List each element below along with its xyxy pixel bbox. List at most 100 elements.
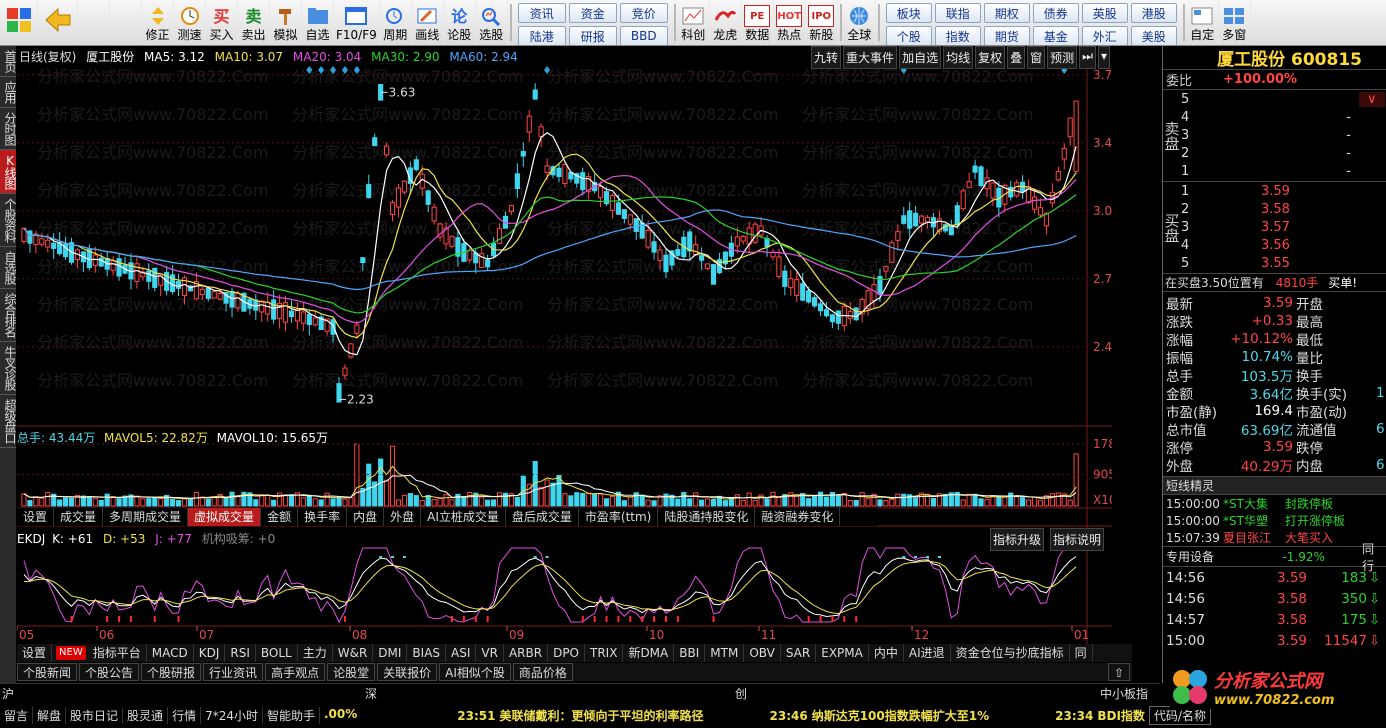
buy-row[interactable]: 3 3.57 [1181, 218, 1386, 236]
indicator-tab-15[interactable]: TRIX [585, 644, 624, 662]
quick-4-button[interactable]: 研报 [568, 26, 617, 45]
market-1-button[interactable]: 联指 [934, 3, 981, 23]
zxb-index-label[interactable]: 中小板指 [1100, 685, 1148, 702]
side-tab-2[interactable]: 分时图 [0, 108, 17, 150]
sell-row[interactable]: 4- [1181, 108, 1386, 126]
toolbar-ipo-button[interactable]: IPO 新股 [806, 0, 838, 45]
indicator-tab-6[interactable]: BOLL [256, 644, 298, 662]
indicator-tab-25[interactable]: 同 [1070, 644, 1093, 662]
quick-2-button[interactable]: 竞价 [619, 3, 668, 23]
news-tab-8[interactable]: 商品价格 [512, 663, 573, 681]
indicator-upgrade-button[interactable]: 指标升级 [989, 528, 1044, 551]
kline-chart-svg[interactable]: 分析家公式网www.70822.Com 分析家公式网www.70822.Com 分析… [17, 46, 1112, 644]
volume-tab-0[interactable]: 设置 [17, 508, 55, 526]
indicator-tab-0[interactable]: 设置 [17, 644, 53, 662]
bottom-item-5[interactable]: 7*24小时 [201, 707, 263, 724]
chart-tab-4[interactable]: 复权 [975, 46, 1006, 69]
market-4-button[interactable]: 英股 [1081, 3, 1128, 23]
volume-tab-10[interactable]: 市盈率(ttm) [579, 508, 659, 526]
toolbar-buy-button[interactable]: 买买入 [206, 0, 238, 45]
indicator-tab-8[interactable]: W&R [333, 644, 374, 662]
quick-0-button[interactable]: 资讯 [517, 3, 566, 23]
indicator-tab-7[interactable]: 主力 [298, 644, 333, 662]
indicator-tab-20[interactable]: SAR [781, 644, 817, 662]
news-text-2[interactable]: 纳斯达克100指数跌幅扩大至1% [812, 707, 989, 724]
indicator-tab-11[interactable]: ASI [446, 644, 477, 662]
volume-tab-6[interactable]: 内盘 [347, 508, 385, 526]
volume-tab-7[interactable]: 外盘 [384, 508, 422, 526]
market-7-button[interactable]: 指数 [934, 26, 981, 45]
market-3-button[interactable]: 债券 [1032, 3, 1079, 23]
volume-tab-3[interactable]: 虚拟成交量 [188, 508, 262, 526]
chart-tab-6[interactable]: 窗 [1027, 46, 1046, 69]
side-tab-5[interactable]: 自选股 [0, 247, 17, 289]
quick-3-button[interactable]: 陆港 [517, 26, 566, 45]
indicator-help-button[interactable]: 指标说明 [1049, 528, 1104, 551]
volume-tab-1[interactable]: 成交量 [54, 508, 104, 526]
chart-tab-2[interactable]: 加自选 [899, 46, 942, 69]
quick-5-button[interactable]: BBD [619, 26, 668, 45]
toolbar-forum-button[interactable]: 论论股 [444, 0, 476, 45]
indicator-tab-5[interactable]: RSI [225, 644, 256, 662]
indicator-tab-21[interactable]: EXPMA [816, 644, 869, 662]
market-10-button[interactable]: 外汇 [1081, 26, 1128, 45]
toolbar-updown-button[interactable]: 修正 [142, 0, 174, 45]
sector-tail[interactable]: 同行 [1362, 540, 1386, 574]
chevron-down-icon[interactable]: ▾ [1097, 46, 1110, 69]
toolbar-hammer-button[interactable]: 模拟 [270, 0, 302, 45]
chart-tab-3[interactable]: 均线 [943, 46, 974, 69]
toolbar-hot-button[interactable]: HOT 热点 [774, 0, 806, 45]
news-tab-5[interactable]: 论股堂 [327, 663, 376, 681]
bottom-item-7[interactable]: .00% [320, 707, 361, 724]
indicator-tab-12[interactable]: VR [476, 644, 504, 662]
indicator-tab-24[interactable]: 资金仓位与抄底指标 [951, 644, 1070, 662]
toolbar-custom-button[interactable]: 自定 [1187, 0, 1219, 45]
indicator-tab-19[interactable]: OBV [744, 644, 781, 662]
indicator-tab-17[interactable]: BBI [674, 644, 706, 662]
buy-row[interactable]: 5 3.55 [1181, 254, 1386, 272]
volume-tab-11[interactable]: 陆股通持股变化 [658, 508, 756, 526]
side-tab-4[interactable]: 个股资料 [0, 194, 17, 247]
volume-tab-4[interactable]: 金额 [261, 508, 299, 526]
sell-row[interactable]: 2- [1181, 144, 1386, 162]
bottom-item-6[interactable]: 智能助手 [263, 707, 320, 724]
chevron-down-icon[interactable]: ∨ [1359, 91, 1385, 107]
indicator-tab-13[interactable]: ARBR [504, 644, 549, 662]
buy-row[interactable]: 2 3.58 [1181, 200, 1386, 218]
toolbar-back-button[interactable] [38, 0, 78, 45]
indicator-tab-22[interactable]: 内中 [869, 644, 904, 662]
toolbar-cycle-button[interactable]: 周期 [380, 0, 412, 45]
toolbar-clock-button[interactable]: 测速 [174, 0, 206, 45]
buy-row[interactable]: 1 3.59 [1181, 182, 1386, 200]
bottom-item-1[interactable]: 解盘 [33, 707, 67, 724]
chart-tab-1[interactable]: 重大事件 [843, 46, 898, 69]
news-tab-2[interactable]: 个股研报 [141, 663, 202, 681]
indicator-tab-10[interactable]: BIAS [407, 644, 447, 662]
toolbar-multiwin-button[interactable]: 多窗 [1219, 0, 1251, 45]
toolbar-select-button[interactable]: 选股 [476, 0, 508, 45]
genius-row[interactable]: 15:00:00 *ST华塑 打开涨停板 [1163, 512, 1386, 529]
news-tab-4[interactable]: 高手观点 [265, 663, 326, 681]
sell-row[interactable]: 5 ∨ [1181, 90, 1386, 108]
toolbar-dragon-button[interactable]: 龙虎 [710, 0, 742, 45]
toolbar-window-button[interactable]: F10/F9 [334, 0, 380, 45]
chart-tab-7[interactable]: 预测 [1047, 46, 1078, 69]
bottom-item-3[interactable]: 股灵通 [123, 707, 169, 724]
side-tab-0[interactable]: 首页 [0, 46, 17, 77]
side-tab-7[interactable]: 牛叉诊股 [0, 342, 17, 395]
toolbar-grid-button[interactable] [0, 0, 38, 45]
indicator-tab-16[interactable]: 新DMA [623, 644, 675, 662]
market-2-button[interactable]: 期权 [983, 3, 1030, 23]
toolbar-pe-button[interactable]: PE 数据 [742, 0, 774, 45]
play-icon[interactable]: ⏭ [1079, 46, 1096, 69]
news-tab-3[interactable]: 行业资讯 [203, 663, 264, 681]
market-11-button[interactable]: 美股 [1130, 26, 1177, 45]
sz-index-label[interactable]: 深 [365, 685, 735, 702]
news-tab-7[interactable]: AI相似个股 [439, 663, 511, 681]
genius-row[interactable]: 15:07:39 夏目张江 大笔买入 [1163, 529, 1386, 546]
toolbar-folder-button[interactable]: 自选 [302, 0, 334, 45]
side-tab-6[interactable]: 综合排名 [0, 289, 17, 342]
side-tab-3[interactable]: K线图 [0, 150, 17, 194]
indicator-tab-2[interactable]: 指标平台 [88, 644, 147, 662]
toolbar-chart-button[interactable]: 科创 [678, 0, 710, 45]
